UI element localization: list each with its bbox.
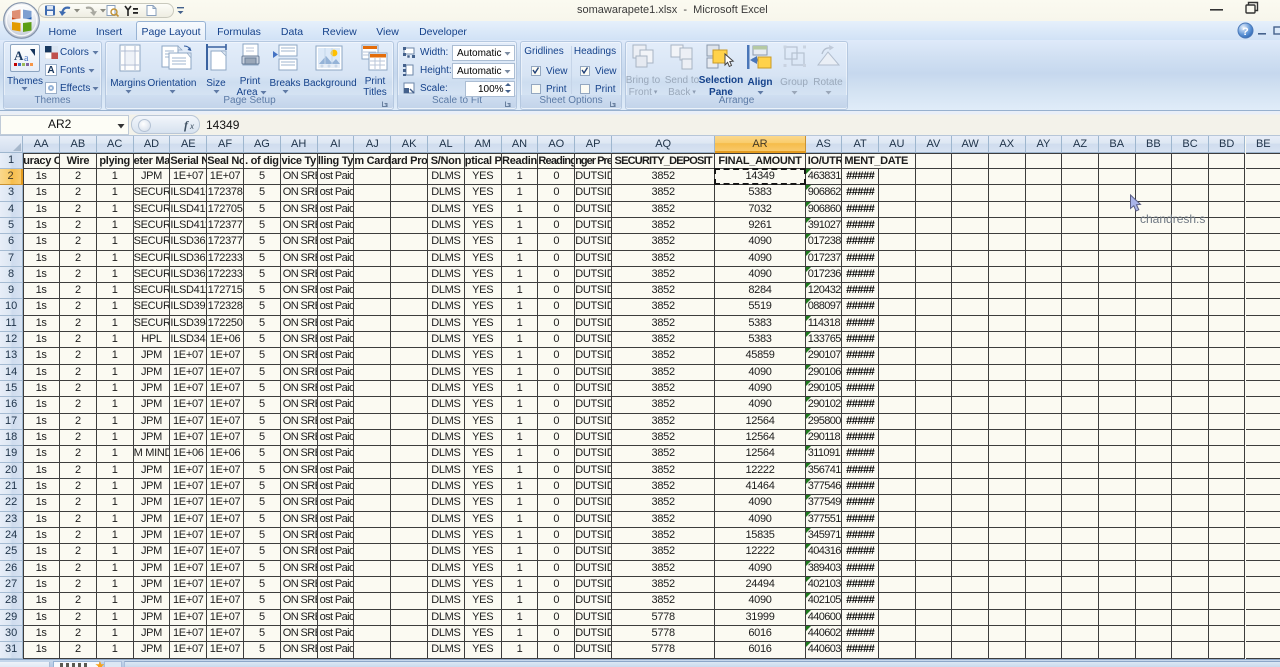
svg-text:a: a <box>24 53 29 64</box>
svg-text:?: ? <box>1242 26 1249 38</box>
svg-text:A: A <box>14 48 24 63</box>
